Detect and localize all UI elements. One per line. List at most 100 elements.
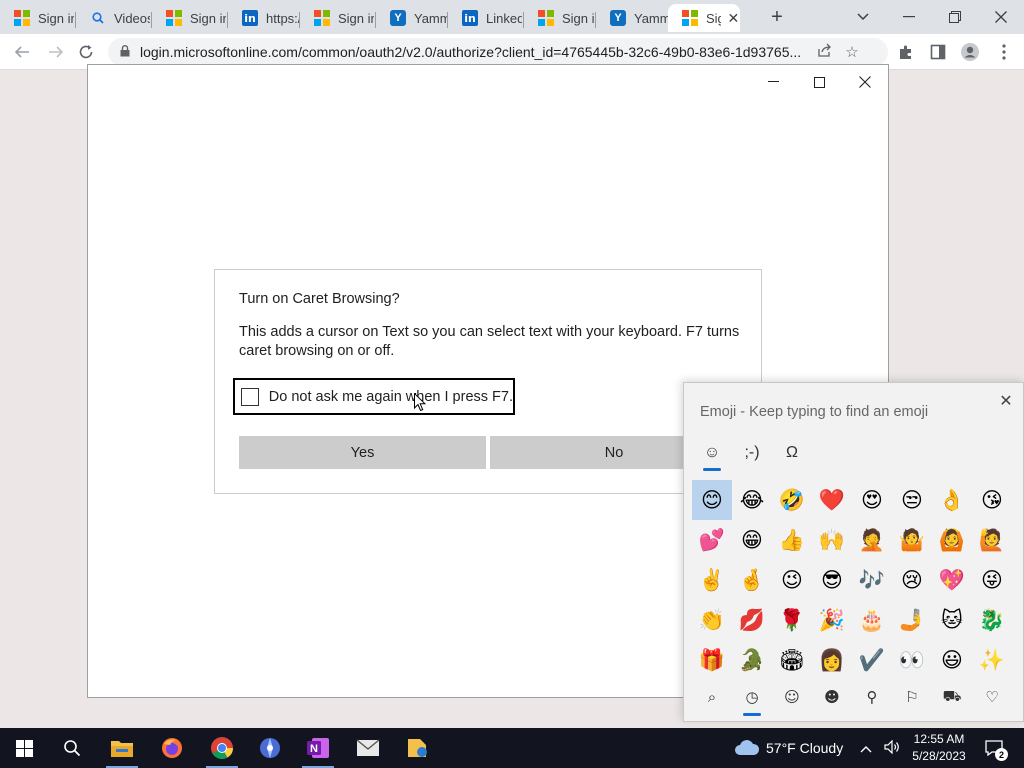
- emoji-cell[interactable]: ✨: [972, 640, 1012, 680]
- minimize-browser-button[interactable]: [894, 4, 924, 30]
- emoji-category-recent-icon[interactable]: ◷: [732, 681, 772, 716]
- new-tab-button[interactable]: +: [762, 4, 792, 30]
- emoji-cell[interactable]: 🎶: [852, 560, 892, 600]
- windows-start-icon[interactable]: [0, 728, 48, 768]
- emoji-cell[interactable]: 🤦: [852, 520, 892, 560]
- emoji-cell[interactable]: ✔️: [852, 640, 892, 680]
- emoji-cell[interactable]: 😉: [772, 560, 812, 600]
- forward-button[interactable]: [42, 38, 70, 66]
- emoji-category-travel-icon[interactable]: ⛟: [932, 681, 972, 713]
- dont-ask-again-checkbox[interactable]: Do not ask me again when I press F7.: [233, 378, 515, 415]
- weather-widget[interactable]: 57°F Cloudy: [734, 728, 843, 768]
- firefox-icon[interactable]: [148, 728, 196, 768]
- emoji-cell[interactable]: 🎉: [812, 600, 852, 640]
- browser-tab[interactable]: in LinkedIn: [448, 4, 524, 32]
- file-manager-icon[interactable]: [394, 728, 442, 768]
- emoji-cell[interactable]: 😃: [932, 640, 972, 680]
- extensions-puzzle-icon[interactable]: [892, 38, 920, 66]
- emoji-cell[interactable]: 🐱: [932, 600, 972, 640]
- emoji-cell[interactable]: 😊: [692, 480, 732, 520]
- browser-tab[interactable]: Sign in ✕: [668, 4, 740, 32]
- address-bar[interactable]: login.microsoftonline.com/common/oauth2/…: [108, 38, 888, 66]
- emoji-cell[interactable]: 😘: [972, 480, 1012, 520]
- emoji-cell[interactable]: 💖: [932, 560, 972, 600]
- emoji-cell[interactable]: 🤳: [892, 600, 932, 640]
- restore-browser-button[interactable]: [940, 4, 970, 30]
- emoji-category-hearts-icon[interactable]: ♡: [972, 681, 1012, 713]
- checkbox-box[interactable]: [241, 387, 259, 406]
- emoji-category-people-icon[interactable]: ☻: [812, 681, 852, 713]
- mail-icon[interactable]: [344, 728, 392, 768]
- emoji-cell[interactable]: 👏: [692, 600, 732, 640]
- bookmark-star-icon[interactable]: ☆: [838, 43, 866, 61]
- tab-close-icon[interactable]: ✕: [727, 10, 740, 27]
- emoji-cell[interactable]: 🎂: [852, 600, 892, 640]
- yes-button[interactable]: Yes: [239, 436, 486, 469]
- popup-maximize-button[interactable]: [796, 71, 842, 93]
- onenote-icon[interactable]: N: [294, 728, 342, 768]
- emoji-category-food-icon[interactable]: ⚐: [892, 681, 932, 713]
- emoji-cell[interactable]: 🤣: [772, 480, 812, 520]
- emoji-cell[interactable]: 🐊: [732, 640, 772, 680]
- menu-kebab-icon[interactable]: [990, 38, 1018, 66]
- emoji-cell[interactable]: 👌: [932, 480, 972, 520]
- emoji-cell[interactable]: 🤞: [732, 560, 772, 600]
- emoji-cell[interactable]: 🎁: [692, 640, 732, 680]
- search-icon[interactable]: [48, 728, 96, 768]
- lock-icon[interactable]: [120, 44, 130, 60]
- emoji-cell[interactable]: 🌹: [772, 600, 812, 640]
- side-panel-icon[interactable]: [924, 38, 952, 66]
- tab-symbols[interactable]: Ω: [777, 439, 807, 467]
- emoji-cell[interactable]: 👀: [892, 640, 932, 680]
- browser-tab[interactable]: Sign in: [152, 4, 228, 32]
- emoji-cell[interactable]: 😁: [732, 520, 772, 560]
- popup-minimize-button[interactable]: [750, 71, 796, 93]
- tab-search-chevron-icon[interactable]: [848, 4, 878, 30]
- emoji-cell[interactable]: 🐉: [972, 600, 1012, 640]
- back-button[interactable]: [8, 38, 36, 66]
- emoji-cell[interactable]: ✌️: [692, 560, 732, 600]
- chrome-icon[interactable]: [198, 728, 246, 768]
- browser-tab[interactable]: Y Yammer: [596, 4, 668, 32]
- emoji-category-smileys-icon[interactable]: ☺: [772, 681, 812, 713]
- emoji-cell[interactable]: 💕: [692, 520, 732, 560]
- emoji-cell[interactable]: ❤️: [812, 480, 852, 520]
- emoji-cell[interactable]: 😒: [892, 480, 932, 520]
- browser-tab[interactable]: Sign in: [0, 4, 76, 32]
- browser-tab[interactable]: Sign in: [300, 4, 376, 32]
- clock-time: 12:55 AM: [913, 732, 965, 746]
- browser-tab[interactable]: Y Yammer: [376, 4, 448, 32]
- emoji-cell[interactable]: 👍: [772, 520, 812, 560]
- emoji-cell[interactable]: 😜: [972, 560, 1012, 600]
- emoji-cell[interactable]: 🙋: [972, 520, 1012, 560]
- emoji-close-icon[interactable]: ✕: [997, 391, 1015, 411]
- reload-button[interactable]: [72, 38, 100, 66]
- tray-chevron-up-icon[interactable]: [860, 741, 872, 756]
- emoji-category-search-icon[interactable]: ⌕: [692, 681, 732, 713]
- emoji-cell[interactable]: 🙌: [812, 520, 852, 560]
- close-browser-button[interactable]: [986, 4, 1016, 30]
- taskbar-clock[interactable]: 12:55 AM 5/28/2023: [908, 731, 970, 765]
- popup-close-button[interactable]: [842, 71, 888, 93]
- volume-icon[interactable]: [884, 739, 900, 757]
- share-icon[interactable]: [810, 43, 838, 62]
- notification-center-icon[interactable]: 2: [982, 736, 1008, 761]
- emoji-cell[interactable]: 👩: [812, 640, 852, 680]
- emoji-cell[interactable]: 🙆: [932, 520, 972, 560]
- emoji-cell[interactable]: 😂: [732, 480, 772, 520]
- tab-emoji[interactable]: ☺: [697, 439, 727, 471]
- emoji-cell[interactable]: 💋: [732, 600, 772, 640]
- emoji-cell[interactable]: 🤷: [892, 520, 932, 560]
- emoji-category-celebration-icon[interactable]: ⚲: [852, 681, 892, 713]
- browser-tab[interactable]: Videos: [76, 4, 152, 32]
- file-explorer-icon[interactable]: [98, 728, 146, 768]
- tab-kaomoji[interactable]: ;-): [737, 439, 767, 467]
- emoji-cell[interactable]: 🏟: [772, 640, 812, 680]
- emoji-cell[interactable]: 😎: [812, 560, 852, 600]
- snipping-tool-icon[interactable]: [246, 728, 294, 768]
- emoji-cell[interactable]: 😍: [852, 480, 892, 520]
- emoji-cell[interactable]: 😢: [892, 560, 932, 600]
- browser-tab[interactable]: in https://: [228, 4, 300, 32]
- browser-tab[interactable]: Sign in: [524, 4, 596, 32]
- profile-avatar-icon[interactable]: [956, 38, 984, 66]
